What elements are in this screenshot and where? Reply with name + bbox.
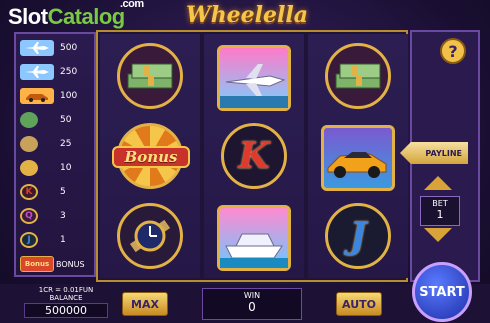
credit-rate: 1CR = 0.01FUN (38, 286, 94, 294)
jet-icon (20, 64, 54, 80)
bet-increase-arrow-icon[interactable] (424, 176, 452, 190)
balance-panel: 1CR = 0.01FUN BALANCE 500000 (24, 286, 108, 320)
slotcatalog-watermark: SlotCatalog .com (8, 0, 144, 29)
auto-button[interactable]: AUTO (336, 292, 382, 316)
j-symbol: J (320, 200, 396, 272)
paytable-row: 10 (20, 158, 96, 178)
bet-display: BET 1 (420, 196, 460, 226)
car-symbol (320, 122, 396, 194)
yacht-icon (220, 233, 288, 268)
watch-icon (129, 219, 171, 253)
reel-2: K (204, 34, 304, 278)
watch-symbol (112, 200, 188, 272)
balance-label: BALANCE (49, 294, 83, 302)
watch-icon (20, 136, 38, 152)
paytable-multiplier: 25 (60, 139, 72, 149)
k-symbol: K (216, 120, 292, 192)
paytable-row: Bonus BONUS (20, 254, 96, 274)
car-icon (20, 88, 54, 104)
paytable-row: 25 (20, 134, 96, 154)
jet-symbol (216, 42, 292, 114)
paytable-multiplier: 10 (60, 163, 72, 173)
paytable: 500 250 100 50 25 10 K 5 Q 3 J 1 Bonus B… (14, 32, 96, 277)
win-display: WIN 0 (202, 288, 302, 320)
k-icon: K (20, 184, 38, 200)
coin-icon (20, 160, 38, 176)
game-title: Wheelella (185, 2, 309, 28)
q-icon: Q (20, 208, 38, 224)
help-button[interactable]: ? (440, 38, 466, 64)
money-stack-icon (335, 63, 381, 89)
bet-decrease-arrow-icon[interactable] (424, 228, 452, 242)
win-label: WIN (243, 291, 261, 300)
paytable-row: J 1 (20, 230, 96, 250)
start-button[interactable]: START (412, 262, 472, 322)
paytable-multiplier: 500 (60, 43, 78, 53)
j-icon: J (20, 232, 38, 248)
paytable-multiplier: 3 (60, 211, 66, 221)
paytable-multiplier: 5 (60, 187, 66, 197)
yacht-symbol (216, 202, 292, 274)
reel-1: Bonus (100, 34, 200, 278)
paytable-multiplier: 100 (60, 91, 78, 101)
reel-3: J (308, 34, 408, 278)
paytable-multiplier: BONUS (56, 259, 85, 269)
j-letter: J (349, 215, 367, 257)
paytable-row: 50 (20, 110, 96, 130)
paytable-row: 500 (20, 38, 96, 58)
money-stack-icon (127, 63, 173, 89)
bonus-symbol-text: Bonus (112, 146, 190, 168)
money-icon (20, 112, 38, 128)
money-symbol (320, 40, 396, 112)
jet-icon (220, 64, 288, 108)
bonus-symbol: Bonus (112, 120, 190, 192)
money-symbol (112, 40, 188, 112)
paytable-row: K 5 (20, 182, 96, 202)
paytable-multiplier: 1 (60, 235, 66, 245)
car-icon (327, 152, 387, 178)
payline-indicator: PAYLINE (400, 142, 468, 164)
paytable-row: 250 (20, 62, 96, 82)
paytable-row: Q 3 (20, 206, 96, 226)
win-value: 0 (248, 300, 256, 314)
paytable-multiplier: 50 (60, 115, 72, 125)
max-bet-button[interactable]: MAX (122, 292, 168, 316)
bonus-icon: Bonus (20, 256, 54, 272)
k-letter: K (238, 135, 270, 177)
bet-label: BET (432, 199, 448, 208)
reels-area: Bonus K J (96, 30, 408, 282)
jet-icon (20, 40, 54, 56)
balance-value: 500000 (24, 303, 108, 318)
bet-value: 1 (436, 208, 444, 221)
paytable-multiplier: 250 (60, 67, 78, 77)
paytable-row: 100 (20, 86, 96, 106)
